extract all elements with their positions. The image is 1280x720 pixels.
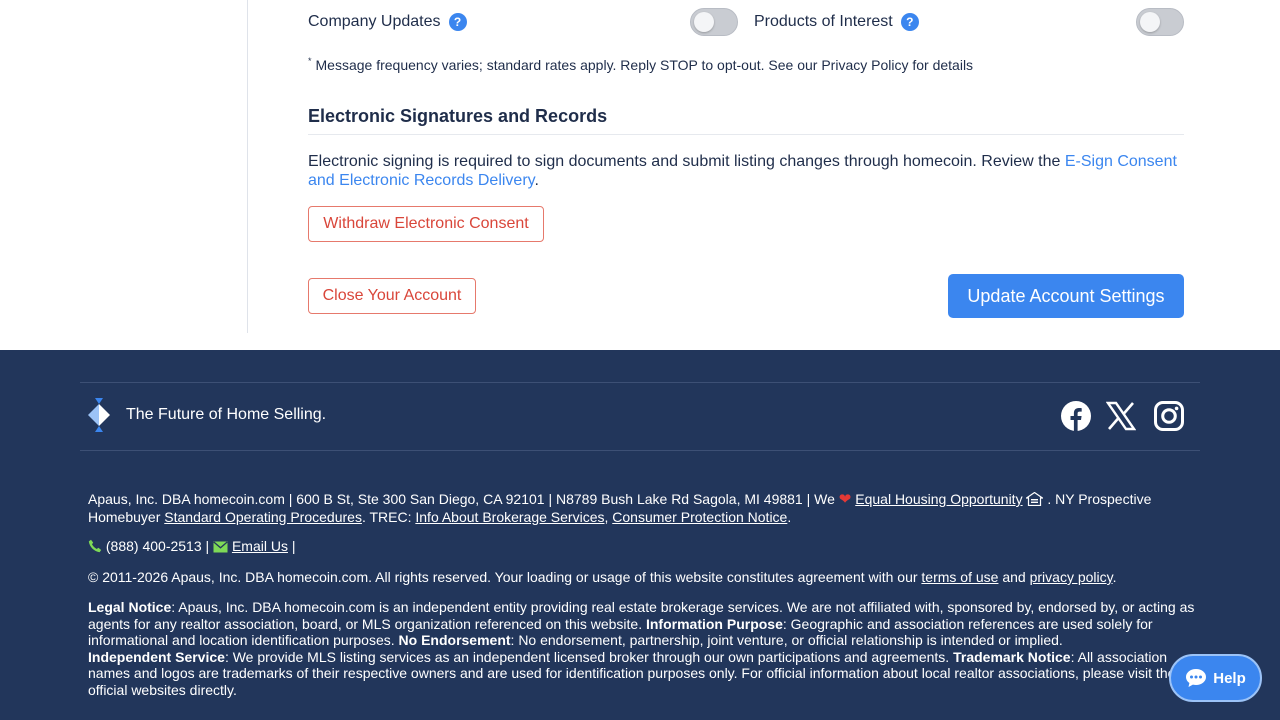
consumer-protection-link[interactable]: Consumer Protection Notice [612, 509, 787, 525]
standard-operating-procedures-link[interactable]: Standard Operating Procedures [164, 509, 362, 525]
legal-notice-heading: Legal Notice [88, 599, 172, 615]
footer-brand: The Future of Home Selling. [88, 398, 326, 432]
terms-of-use-link[interactable]: terms of use [921, 569, 998, 585]
footer-contact: (888) 400-2513 | Email Us | [88, 538, 1196, 555]
account-settings-section: Company Updates ? Products of Interest ?… [0, 0, 1280, 350]
brokerage-services-link[interactable]: Info About Brokerage Services [415, 509, 604, 525]
asterisk: * [308, 56, 312, 66]
footer-legal-notice: Legal Notice: Apaus, Inc. DBA homecoin.c… [88, 599, 1196, 698]
email-us-link[interactable]: Email Us [232, 538, 288, 554]
company-updates-help-icon[interactable]: ? [448, 13, 467, 31]
footer-address: Apaus, Inc. DBA homecoin.com | 600 B St,… [88, 491, 1196, 525]
help-chat-button[interactable]: Help [1169, 654, 1262, 702]
footer-top-divider [80, 382, 1200, 383]
close-account-button[interactable]: Close Your Account [308, 278, 476, 314]
esign-text: Electronic signing is required to sign d… [308, 153, 1065, 170]
and-text: and [998, 569, 1030, 585]
heart-icon: ❤ [838, 491, 852, 508]
products-of-interest-row: Products of Interest ? [754, 8, 919, 36]
esign-text-end: . [534, 172, 539, 189]
products-of-interest-help-icon[interactable]: ? [900, 13, 919, 31]
phone-number[interactable]: (888) 400-2513 | [106, 538, 213, 554]
equal-housing-icon [1026, 492, 1044, 506]
help-label: Help [1213, 669, 1246, 687]
withdraw-consent-button[interactable]: Withdraw Electronic Consent [308, 206, 544, 242]
company-updates-row: Company Updates ? [308, 8, 467, 36]
no-endorsement-heading: No Endorsement [398, 632, 511, 648]
phone-icon [88, 539, 102, 553]
independent-service-text: : We provide MLS listing services as an … [224, 648, 954, 665]
esign-section-title: Electronic Signatures and Records [308, 106, 608, 126]
period-text: . [1112, 569, 1117, 585]
site-footer: The Future of Home Selling. Apaus, Inc. … [0, 350, 1280, 720]
facebook-icon[interactable] [1061, 401, 1091, 431]
footer-tagline: The Future of Home Selling. [126, 406, 327, 423]
toggle-knob [694, 12, 714, 32]
privacy-policy-link[interactable]: privacy policy [1030, 569, 1113, 585]
esign-description: Electronic signing is required to sign d… [308, 152, 1188, 190]
trec-text: . TREC: [361, 508, 416, 525]
footer-middle-divider [80, 450, 1200, 451]
update-account-settings-button[interactable]: Update Account Settings [948, 274, 1184, 318]
pipe-text: | [287, 538, 296, 554]
equal-housing-link[interactable]: Equal Housing Opportunity [855, 491, 1022, 507]
company-updates-label: Company Updates [308, 13, 441, 30]
company-updates-toggle[interactable] [690, 8, 738, 36]
x-icon[interactable] [1106, 401, 1136, 431]
instagram-icon[interactable] [1154, 401, 1184, 431]
trademark-notice-heading: Trademark Notice [953, 648, 1071, 665]
period-text: . [787, 508, 792, 525]
email-icon [213, 541, 228, 553]
sms-disclaimer: * Message frequency varies; standard rate… [308, 56, 973, 73]
address-text: Apaus, Inc. DBA homecoin.com | 600 B St,… [88, 491, 839, 507]
products-of-interest-toggle[interactable] [1136, 8, 1184, 36]
section-divider [308, 134, 1184, 135]
products-of-interest-label: Products of Interest [754, 13, 893, 30]
sms-disclaimer-text: Message frequency varies; standard rates… [315, 57, 974, 73]
footer-copyright: © 2011-2026 Apaus, Inc. DBA homecoin.com… [88, 569, 1196, 586]
no-endorsement-text: : No endorsement, partnership, joint ven… [510, 632, 1063, 648]
information-purpose-heading: Information Purpose [645, 615, 783, 632]
copyright-text: © 2011-2026 Apaus, Inc. DBA homecoin.com… [88, 569, 922, 585]
sidebar-divider [247, 0, 248, 333]
toggle-knob [1140, 12, 1160, 32]
homecoin-logo-icon[interactable] [88, 398, 110, 432]
chat-bubble-icon [1186, 669, 1207, 687]
independent-service-heading: Independent Service [88, 648, 225, 665]
